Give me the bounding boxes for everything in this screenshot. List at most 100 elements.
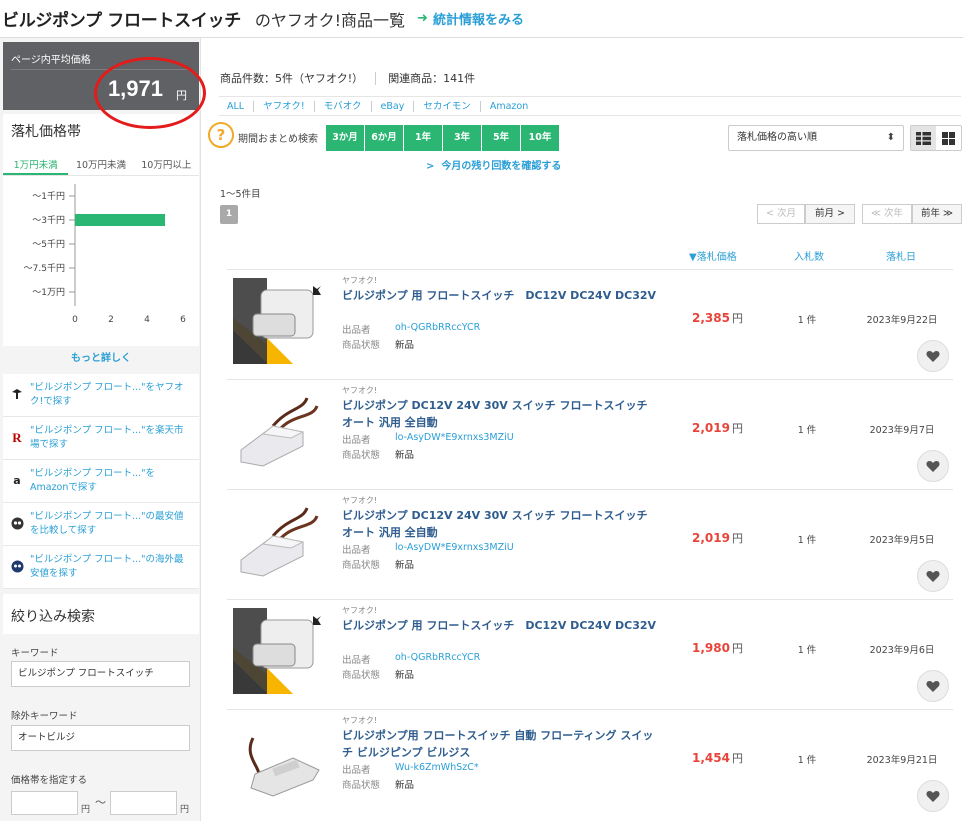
link-amazon[interactable]: a "ビルジポンプ フロート..."をAmazonで探す xyxy=(3,460,199,503)
yahoo-auction-icon xyxy=(10,388,24,402)
double-chevron-right-icon: ≫ xyxy=(940,208,953,219)
table-row[interactable]: ヤフオク! ビルジポンプ用 フロートスイッチ 自動 フローティング スイッチ ビル… xyxy=(227,709,953,819)
item-source: ヤフオク! xyxy=(342,276,378,285)
column-header-price[interactable]: ▼落札価格 xyxy=(689,248,737,263)
column-header-date[interactable]: 落札日 xyxy=(886,248,916,263)
link-yahoo-auction[interactable]: "ビルジポンプ フロート..."をヤフオク!で探す xyxy=(3,374,199,417)
favorite-button[interactable] xyxy=(917,670,949,702)
prev-year-button[interactable]: ≪ 次年 xyxy=(862,204,912,224)
seller-label: 出品者 xyxy=(342,325,371,336)
sort-select-value: 落札価格の高い順 xyxy=(737,132,817,143)
favorite-button[interactable] xyxy=(917,560,949,592)
grid-view-button[interactable] xyxy=(936,126,961,150)
more-details-link[interactable]: もっと詳しく xyxy=(3,338,199,372)
price-compare-icon xyxy=(10,517,24,531)
item-title-link[interactable]: ビルジポンプ 用 フロートスイッチ DC12V DC24V DC32V xyxy=(342,287,657,304)
link-overseas[interactable]: "ビルジポンプ フロート..."の海外最安値を探す xyxy=(3,546,199,589)
source-all[interactable]: ALL xyxy=(227,100,255,112)
item-date: 2023年9月22日 xyxy=(866,315,938,326)
period-3-months-button[interactable]: 3か月 xyxy=(326,125,364,151)
table-row[interactable]: ヤフオク! ビルジポンプ 用 フロートスイッチ DC12V DC24V DC32V… xyxy=(227,599,953,709)
min-price-input[interactable] xyxy=(11,791,78,815)
list-view-button[interactable] xyxy=(911,126,936,150)
period-10-years-button[interactable]: 10年 xyxy=(521,125,559,151)
tab-under-10k[interactable]: 1万円未満 xyxy=(3,154,69,175)
link-text: "ビルジポンプ フロート..."をヤフオク!で探す xyxy=(30,382,184,407)
product-image[interactable] xyxy=(233,498,329,584)
link-price-compare[interactable]: "ビルジポンプ フロート..."の最安値を比較して探す xyxy=(3,503,199,546)
favorite-button[interactable] xyxy=(917,450,949,482)
product-image[interactable] xyxy=(233,278,329,364)
table-row[interactable]: ヤフオク! ビルジポンプ 用 フロートスイッチ DC12V DC24V DC32V… xyxy=(227,269,953,379)
favorite-button[interactable] xyxy=(917,780,949,812)
product-image[interactable] xyxy=(233,388,329,474)
stats-link[interactable]: ➜ 統計情報をみる xyxy=(417,9,524,28)
exclude-keyword-input[interactable]: オートビルジ xyxy=(11,725,190,751)
column-price-label: 落札価格 xyxy=(696,252,737,263)
sort-select[interactable]: 落札価格の高い順 ⬍ xyxy=(728,125,904,151)
chart-x-tick-label: 0 xyxy=(72,315,78,324)
next-year-button[interactable]: 前年 ≫ xyxy=(912,204,962,224)
yen-unit: 円 xyxy=(180,805,190,815)
average-price-label: ページ内平均価格 xyxy=(11,55,91,66)
seller-id-link[interactable]: Wu-k6ZmWhSzC* xyxy=(395,762,479,773)
source-yahoo-auction[interactable]: ヤフオク! xyxy=(263,100,315,112)
prev-month-button[interactable]: < 次月 xyxy=(757,204,805,224)
next-month-button[interactable]: 前月 > xyxy=(805,204,855,224)
favorite-button[interactable] xyxy=(917,340,949,372)
seller-label: 出品者 xyxy=(342,655,371,666)
period-5-years-button[interactable]: 5年 xyxy=(482,125,520,151)
item-title-link[interactable]: ビルジポンプ DC12V 24V 30V スイッチ フロートスイッチ オート 汎… xyxy=(342,507,657,541)
source-mobaoku[interactable]: モバオク xyxy=(324,100,372,112)
link-text: "ビルジポンプ フロート..."を楽天市場で探す xyxy=(30,425,184,450)
source-amazon[interactable]: Amazon xyxy=(490,101,537,112)
keyword-input[interactable]: ビルジポンプ フロートスイッチ xyxy=(11,661,190,687)
result-range: 1〜5件目 xyxy=(220,189,261,200)
source-sekaimon[interactable]: セカイモン xyxy=(423,100,481,112)
chevron-left-icon: < xyxy=(766,208,777,219)
table-row[interactable]: ヤフオク! ビルジポンプ DC12V 24V 30V スイッチ フロートスイッチ … xyxy=(227,379,953,489)
seller-id-link[interactable]: lo-AsyDW*E9xrnxs3MZiU xyxy=(395,542,514,553)
link-text: "ビルジポンプ フロート..."をAmazonで探す xyxy=(30,468,156,493)
column-header-bids[interactable]: 入札数 xyxy=(794,248,824,263)
seller-id-link[interactable]: lo-AsyDW*E9xrnxs3MZiU xyxy=(395,432,514,443)
source-ebay[interactable]: eBay xyxy=(381,100,415,112)
item-date: 2023年9月5日 xyxy=(869,535,935,546)
help-question-icon[interactable]: ? xyxy=(208,122,234,148)
filter-search-title: 絞り込み検索 xyxy=(3,594,199,634)
product-image[interactable] xyxy=(233,608,329,694)
chart-category-label: 〜3千円 xyxy=(32,215,65,226)
item-price: 1,454 円 xyxy=(692,750,752,766)
page-number-button[interactable]: 1 xyxy=(220,205,238,224)
table-row[interactable]: ヤフオク! ビルジポンプ DC12V 24V 30V スイッチ フロートスイッチ … xyxy=(227,489,953,599)
item-title-link[interactable]: ビルジポンプ用 フロートスイッチ 自動 フローティング スイッチ ビルジピンプ … xyxy=(342,727,657,761)
remaining-count-link[interactable]: > 今月の残り回数を確認する xyxy=(426,157,561,172)
product-image[interactable] xyxy=(233,718,329,804)
item-price-value: 1,980 xyxy=(692,641,730,655)
price-band-tabs: 1万円未満 10万円未満 10万円以上 xyxy=(3,154,199,176)
condition-value: 新品 xyxy=(395,670,415,681)
tab-under-100k[interactable]: 10万円未満 xyxy=(68,154,133,175)
heart-icon xyxy=(926,790,940,802)
item-date: 2023年9月6日 xyxy=(869,645,935,656)
item-title-link[interactable]: ビルジポンプ 用 フロートスイッチ DC12V DC24V DC32V xyxy=(342,617,657,634)
item-date: 2023年9月7日 xyxy=(869,425,935,436)
divider xyxy=(375,71,377,85)
period-3-years-button[interactable]: 3年 xyxy=(443,125,481,151)
seller-id-link[interactable]: oh-QGRbRRccYCR xyxy=(395,652,480,663)
item-price: 1,980 円 xyxy=(692,640,752,656)
period-6-months-button[interactable]: 6か月 xyxy=(365,125,403,151)
chart-bar xyxy=(75,214,165,226)
chevron-right-icon: > xyxy=(426,161,442,172)
heart-icon xyxy=(926,460,940,472)
external-search-links: "ビルジポンプ フロート..."をヤフオク!で探す R "ビルジポンプ フロート… xyxy=(3,374,199,589)
item-title-link[interactable]: ビルジポンプ DC12V 24V 30V スイッチ フロートスイッチ オート 汎… xyxy=(342,397,657,431)
link-rakuten[interactable]: R "ビルジポンプ フロート..."を楽天市場で探す xyxy=(3,417,199,460)
price-unit: 円 xyxy=(731,752,743,765)
seller-id-link[interactable]: oh-QGRbRRccYCR xyxy=(395,322,480,333)
price-range-label: 価格帯を指定する xyxy=(11,775,88,786)
max-price-input[interactable] xyxy=(110,791,177,815)
period-1-year-button[interactable]: 1年 xyxy=(404,125,442,151)
seller-label: 出品者 xyxy=(342,545,371,556)
tab-over-100k[interactable]: 10万円以上 xyxy=(134,154,199,175)
